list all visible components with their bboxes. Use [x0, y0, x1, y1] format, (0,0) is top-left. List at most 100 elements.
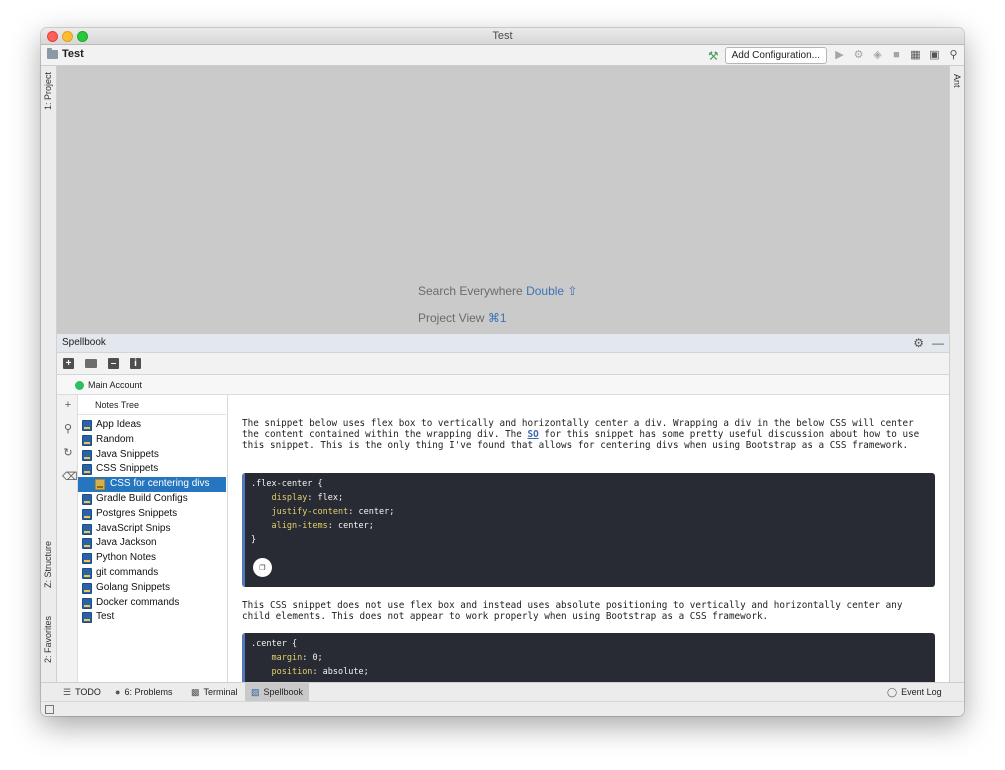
search-icon[interactable]: ⚲	[947, 49, 960, 62]
note-paragraph-2: This CSS snippet does not use flex box a…	[242, 600, 903, 622]
zoom-window-button[interactable]	[77, 31, 88, 42]
terminal-icon: ▩	[191, 687, 200, 697]
notes-tree-header: Notes Tree	[78, 395, 226, 415]
add-note-icon[interactable]: +	[63, 358, 74, 369]
code-line: .flex-center {	[251, 479, 323, 489]
notebook-icon	[82, 494, 92, 505]
spellbook-icon: ▧	[251, 687, 260, 697]
editor-empty-area: Search Everywhere Double ⇧ Project View …	[57, 66, 949, 333]
search-everywhere-hint: Search Everywhere Double ⇧	[418, 284, 577, 298]
evernote-icon	[75, 381, 84, 390]
search-everywhere-shortcut: Double ⇧	[526, 284, 578, 298]
terminal-tab[interactable]: ▩ Terminal	[191, 683, 238, 702]
search-notes-icon[interactable]: ⚲	[62, 423, 74, 435]
remove-note-icon[interactable]: –	[108, 358, 119, 369]
tree-item-git-commands[interactable]: git commands	[78, 566, 226, 581]
bottom-tool-tabs: ☰ TODO ● 6: Problems ▩ Terminal ▧ Spellb…	[41, 682, 964, 702]
spellbook-toolbar: + – i	[57, 353, 949, 375]
project-breadcrumb[interactable]: Test	[47, 47, 84, 60]
sync-icon[interactable]: ↻	[62, 447, 74, 459]
project-view-shortcut: ⌘1	[487, 311, 507, 325]
notebook-icon	[82, 538, 92, 550]
settings-gear-icon[interactable]: ⚙	[913, 334, 924, 352]
tree-item-java-jackson[interactable]: Java Jackson	[78, 536, 226, 551]
note-content-pane: The snippet below uses flex box to verti…	[228, 395, 949, 682]
tree-item-java-snippets[interactable]: Java Snippets	[78, 448, 226, 463]
account-row[interactable]: Main Account	[57, 375, 949, 395]
notebook-icon	[82, 449, 92, 461]
spellbook-panel-header: Spellbook ⚙ —	[57, 333, 949, 353]
tree-item-python-notes[interactable]: Python Notes	[78, 551, 226, 566]
favorites-tool-tab[interactable]: 2: Favorites	[43, 616, 53, 663]
project-view-label: Project View	[418, 311, 485, 325]
ant-tool-tab[interactable]: Ant	[952, 74, 962, 88]
panel-header-actions: ⚙ —	[913, 334, 944, 352]
tree-item-javascript-snips[interactable]: JavaScript Snips	[78, 522, 226, 537]
project-tool-tab[interactable]: 1: Project	[43, 72, 53, 110]
spellbook-side-actions: + ⚲ ↻ ⌫	[57, 395, 78, 682]
window-title: Test	[492, 30, 513, 42]
problems-tab[interactable]: ● 6: Problems	[115, 683, 172, 702]
note-paragraph-1: The snippet below uses flex box to verti…	[242, 418, 920, 451]
spellbook-panel-title: Spellbook	[62, 337, 106, 348]
todo-tab[interactable]: ☰ TODO	[63, 683, 101, 702]
stop-icon[interactable]: ■	[890, 49, 903, 62]
account-name: Main Account	[88, 380, 143, 390]
code-line: }	[251, 535, 257, 545]
tree-item-random[interactable]: Random	[78, 433, 226, 448]
notebook-icon	[82, 568, 92, 579]
code-line: justify-content: center;	[271, 507, 395, 517]
main-toolbar: Test ⚒ Add Configuration... ▶ ⚙ ◈ ■ ▦ ▣ …	[41, 45, 964, 66]
tree-item-test[interactable]: Test	[78, 610, 226, 625]
so-link[interactable]: SO	[527, 429, 538, 440]
build-hammer-icon[interactable]: ⚒	[708, 49, 719, 63]
project-structure-icon[interactable]: ▦	[909, 49, 922, 62]
notebook-icon	[82, 508, 92, 520]
hide-panel-icon[interactable]: —	[932, 334, 944, 352]
spellbook-tab[interactable]: ▧ Spellbook	[245, 683, 310, 702]
status-bar	[41, 701, 964, 716]
open-folder-icon[interactable]	[85, 359, 97, 368]
code-block-center: .center { margin: 0; position: absolute;	[242, 633, 935, 682]
tree-item-css-snippets[interactable]: CSS Snippets	[78, 462, 226, 477]
code-line: position: absolute;	[271, 667, 369, 677]
code-block-flex-center: .flex-center { display: flex; justify-co…	[242, 473, 935, 587]
tree-item-golang-snippets[interactable]: Golang Snippets	[78, 581, 226, 596]
tree-item-css-for-centering-divs[interactable]: CSS for centering divs	[78, 477, 226, 492]
notebook-icon	[82, 582, 92, 594]
code-line: margin: 0;	[271, 653, 323, 663]
tree-item-postgres-snippets[interactable]: Postgres Snippets	[78, 507, 226, 522]
note-icon	[95, 479, 105, 491]
ide-window: Test Test ⚒ Add Configuration... ▶ ⚙ ◈ ■…	[41, 28, 964, 716]
close-window-button[interactable]	[47, 31, 58, 42]
tree-item-app-ideas[interactable]: App Ideas	[78, 418, 226, 433]
project-folder-icon	[47, 47, 58, 59]
debug-icon[interactable]: ⚙	[852, 49, 865, 62]
list-icon: ☰	[63, 687, 72, 697]
code-line: align-items: center;	[271, 521, 374, 531]
add-configuration-button[interactable]: Add Configuration...	[724, 47, 827, 64]
project-view-hint: Project View ⌘1	[418, 311, 507, 325]
minimize-window-button[interactable]	[62, 31, 73, 42]
toggle-tool-windows-icon[interactable]	[45, 705, 54, 714]
tree-item-docker-commands[interactable]: Docker commands	[78, 596, 226, 611]
notes-tree-panel: Notes Tree App Ideas Random Java Snippet…	[78, 395, 228, 682]
run-icon[interactable]: ▶	[833, 49, 846, 62]
notebook-icon	[82, 420, 92, 431]
code-line: .center {	[251, 639, 298, 649]
copy-code-button[interactable]: ❐	[253, 558, 272, 577]
notebook-icon	[82, 612, 92, 624]
coverage-icon[interactable]: ◈	[871, 49, 884, 62]
tree-item-gradle-build-configs[interactable]: Gradle Build Configs	[78, 492, 226, 507]
eraser-icon[interactable]: ⌫	[62, 471, 78, 483]
notebook-icon	[82, 553, 92, 565]
info-icon[interactable]: i	[130, 358, 141, 369]
search-everywhere-label: Search Everywhere	[418, 284, 523, 298]
add-icon[interactable]: +	[62, 399, 74, 411]
right-tool-strip: Ant	[949, 66, 964, 682]
event-log-tab[interactable]: ◯ Event Log	[887, 683, 942, 702]
structure-tool-tab[interactable]: Z: Structure	[43, 541, 53, 588]
notebook-icon	[82, 464, 92, 476]
terminal-window-icon[interactable]: ▣	[928, 49, 941, 62]
code-line: display: flex;	[271, 493, 344, 503]
